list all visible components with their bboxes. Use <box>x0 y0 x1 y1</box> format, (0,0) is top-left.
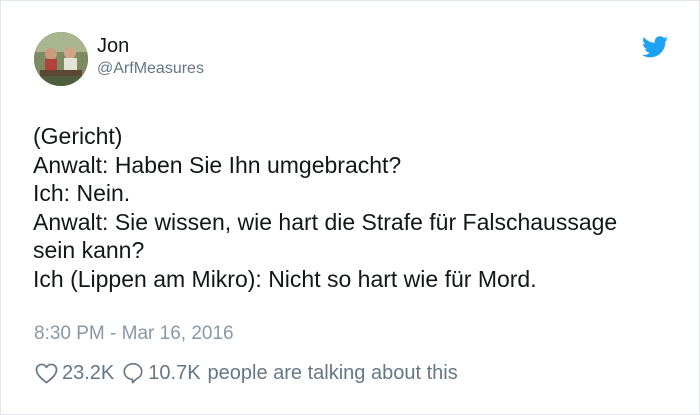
speech-bubble-icon <box>123 363 143 384</box>
tweet-line: (Gericht) <box>33 123 123 149</box>
user-handle[interactable]: @ArfMeasures <box>97 59 204 79</box>
tweet-line: Anwalt: Sie wissen, wie hart die Strafe … <box>33 208 618 235</box>
like-count: 23.2K <box>62 362 115 384</box>
avatar[interactable] <box>34 32 88 86</box>
talking-about-text[interactable]: people are talking about this <box>208 361 458 385</box>
tweet-line: sein kann? <box>33 237 145 263</box>
tweet-line: Anwalt: Haben Sie Ihn umgebracht? <box>33 151 402 178</box>
tweet-timestamp[interactable]: 8:30 PM - Mar 16, 2016 <box>34 323 234 345</box>
like-button[interactable]: 23.2K <box>35 361 114 385</box>
reply-button[interactable]: 10.7K <box>122 361 201 385</box>
tweet-card: Jon @ArfMeasures (Gericht) Anwalt: Haben… <box>0 0 700 415</box>
tweet-text: (Gericht) Anwalt: Haben Sie Ihn umgebrac… <box>33 122 683 293</box>
tweet-line: Ich (Lippen am Mikro): Nicht so hart wie… <box>33 265 537 292</box>
reply-count: 10.7K <box>148 362 201 384</box>
display-name[interactable]: Jon <box>97 34 129 58</box>
tweet-line: Ich: Nein. <box>33 180 131 206</box>
twitter-bird-icon[interactable] <box>642 36 668 58</box>
engagement-bar: 23.2K 10.7K people are talking about thi… <box>35 361 458 385</box>
heart-icon <box>35 363 58 383</box>
